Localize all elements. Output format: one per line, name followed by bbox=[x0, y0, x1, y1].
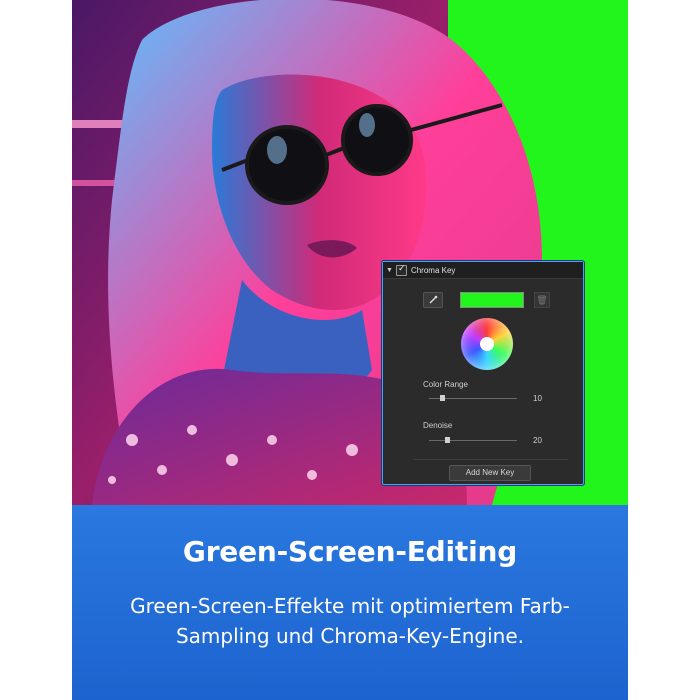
denoise-label: Denoise bbox=[423, 421, 453, 430]
denoise-value: 20 bbox=[533, 436, 542, 445]
panel-title: Chroma Key bbox=[410, 265, 456, 275]
caption-title: Green-Screen-Editing bbox=[182, 535, 518, 568]
key-color-swatch[interactable] bbox=[460, 292, 524, 308]
panel-header[interactable]: ▼ Chroma Key bbox=[383, 262, 583, 279]
chroma-key-panel: ▼ Chroma Key 🗑 Color Range 10 Denoise bbox=[382, 261, 584, 485]
color-range-label: Color Range bbox=[423, 380, 468, 389]
promo-card: ▼ Chroma Key 🗑 Color Range 10 Denoise bbox=[72, 0, 628, 700]
caption-body: Green-Screen-Effekte mit optimiertem Far… bbox=[130, 594, 570, 648]
add-new-key-button[interactable]: Add New Key bbox=[449, 465, 531, 481]
collapse-triangle-icon[interactable]: ▼ bbox=[386, 267, 393, 274]
denoise-thumb[interactable] bbox=[445, 437, 450, 443]
denoise-slider[interactable] bbox=[429, 437, 517, 443]
color-range-slider[interactable] bbox=[429, 395, 517, 401]
color-range-value: 10 bbox=[533, 394, 542, 403]
trash-icon: 🗑 bbox=[536, 294, 548, 305]
caption-area: Green-Screen-Editing Green-Screen-Effekt… bbox=[72, 505, 628, 700]
color-wheel[interactable] bbox=[461, 318, 513, 370]
eyedropper-icon bbox=[429, 295, 438, 304]
color-range-thumb[interactable] bbox=[440, 395, 445, 401]
enable-checkbox[interactable] bbox=[395, 263, 407, 276]
delete-key-button[interactable]: 🗑 bbox=[534, 292, 550, 308]
panel-divider bbox=[413, 459, 568, 460]
eyedropper-button[interactable] bbox=[423, 292, 443, 308]
color-wheel-center bbox=[480, 337, 494, 351]
